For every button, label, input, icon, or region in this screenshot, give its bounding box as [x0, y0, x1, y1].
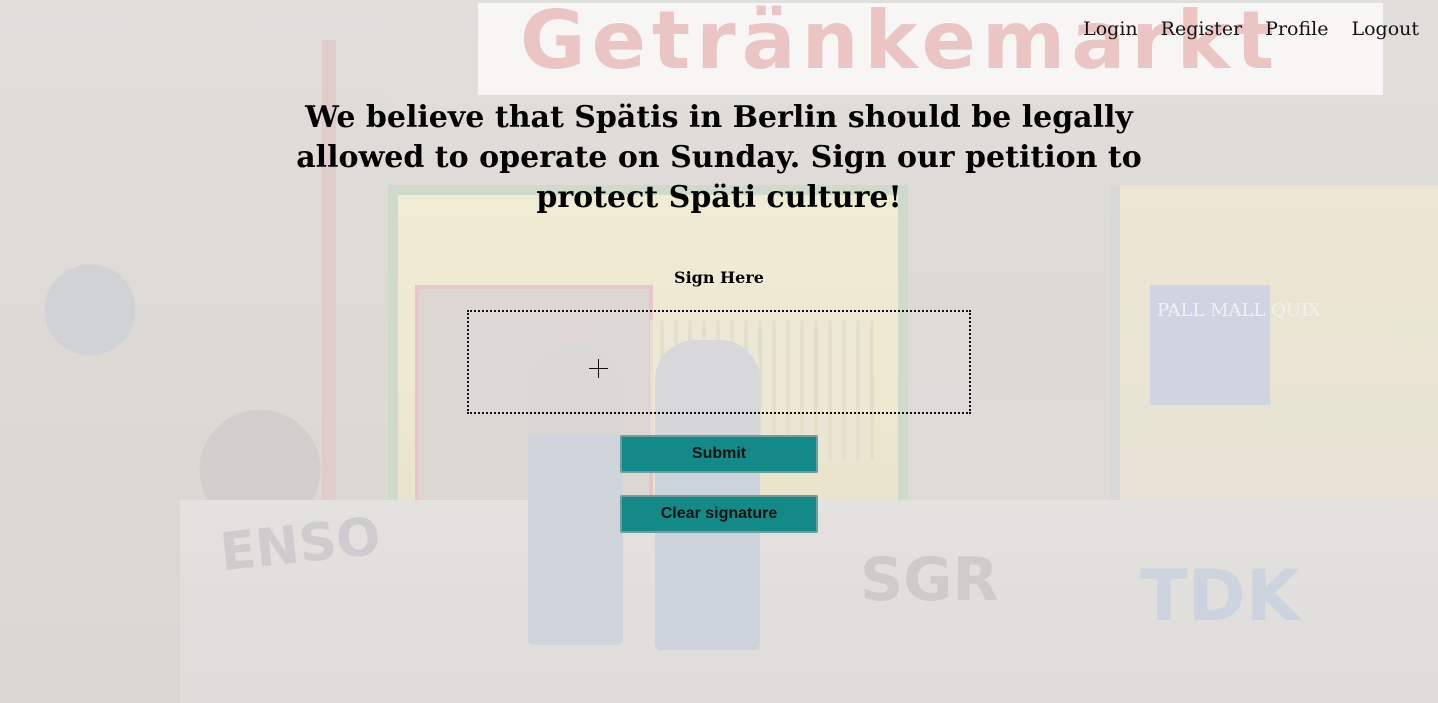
- top-nav: Login Register Profile Logout: [1083, 18, 1419, 40]
- submit-button[interactable]: Submit: [620, 435, 818, 473]
- crosshair-icon: [589, 359, 608, 378]
- clear-signature-button[interactable]: Clear signature: [620, 495, 818, 533]
- sign-here-label: Sign Here: [674, 268, 764, 287]
- nav-profile-link[interactable]: Profile: [1265, 18, 1328, 40]
- nav-login-link[interactable]: Login: [1083, 18, 1138, 40]
- petition-headline: We believe that Spätis in Berlin should …: [296, 100, 1142, 215]
- nav-logout-link[interactable]: Logout: [1351, 18, 1419, 40]
- nav-register-link[interactable]: Register: [1161, 18, 1243, 40]
- signature-canvas[interactable]: [467, 310, 971, 414]
